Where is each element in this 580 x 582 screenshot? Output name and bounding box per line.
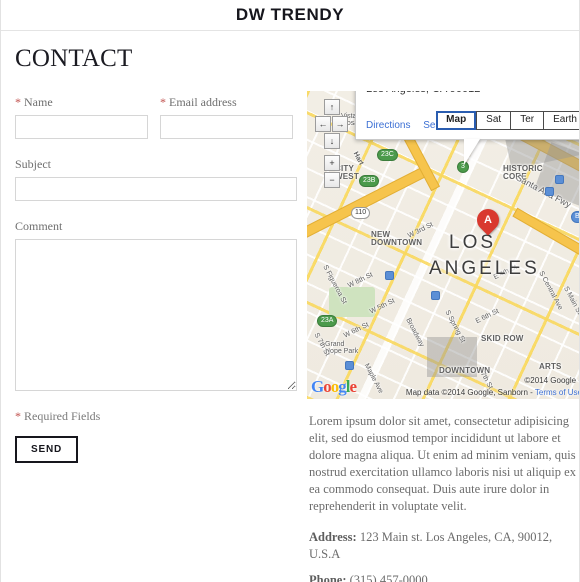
map-label-arts: ARTS (539, 362, 562, 371)
subject-field-group: Subject (15, 157, 297, 201)
name-email-row: * Name * Email address (15, 95, 297, 157)
map-pan-down-icon[interactable]: ↓ (324, 133, 340, 149)
map-label-angeles: ANGELES (429, 258, 540, 279)
map-info-tail (464, 139, 480, 165)
email-field-group: * Email address (160, 95, 293, 139)
contact-phone: Phone: (315) 457-0000 (309, 572, 579, 582)
name-label: * Name (15, 95, 148, 109)
map-transit-icon-6 (431, 291, 440, 300)
contact-phone-label: Phone: (309, 573, 347, 582)
send-button[interactable]: SEND (15, 436, 78, 463)
map-shield-23b: 23B (359, 175, 380, 187)
map-pan-right-icon[interactable]: → (332, 116, 348, 132)
map-pan-up-icon[interactable]: ↑ (324, 99, 340, 115)
page-content: CONTACT * Name * Email address Subject C… (1, 45, 579, 582)
name-input[interactable] (15, 115, 148, 139)
map-attribution-text: Map data ©2014 Google, Sanborn - (405, 388, 535, 397)
required-asterisk-note: * (15, 409, 21, 423)
map-type-ter[interactable]: Ter (510, 111, 544, 130)
contact-address: Address: 123 Main st. Los Angeles, CA, 9… (309, 529, 579, 563)
google-logo-g1: G (311, 377, 324, 396)
comment-textarea[interactable] (15, 239, 297, 391)
map-pan-horizontal-group: ← → (315, 116, 349, 132)
map-type-map[interactable]: Map (436, 111, 477, 130)
map-attribution-top: ©2014 Google - (524, 376, 580, 385)
comment-label: Comment (15, 219, 63, 233)
comment-field-group: Comment (15, 219, 297, 391)
google-logo-o1: o (323, 377, 331, 396)
site-header: DW TRENDY (1, 0, 579, 31)
name-field-group: * Name (15, 95, 148, 139)
page-title: CONTACT (15, 45, 133, 72)
two-column-layout: * Name * Email address Subject Comment *… (15, 73, 579, 582)
required-asterisk-email: * (160, 95, 166, 109)
map-zoom-group: + − (324, 155, 349, 188)
google-logo-g2: g (338, 377, 346, 396)
name-label-text: Name (24, 95, 53, 109)
page-root: DW TRENDY CONTACT * Name * Email address… (0, 0, 580, 582)
map-zoom-out-icon[interactable]: − (324, 172, 340, 188)
map-shield-23c: 23C (377, 149, 398, 161)
map-transit-icon-3 (345, 361, 354, 370)
map-transit-icon-2 (385, 271, 394, 280)
contact-form-column: * Name * Email address Subject Comment *… (15, 73, 297, 463)
map-zoom-in-icon[interactable]: + (324, 155, 340, 171)
map-shield-110: 110 (351, 207, 371, 219)
map-info-column: CITY WEST NEW DOWNTOWN HISTORIC CORE DOW… (307, 73, 580, 582)
email-input[interactable] (160, 115, 293, 139)
contact-details-list: Address: 123 Main st. Los Angeles, CA, 9… (309, 529, 579, 582)
google-logo-e: e (349, 377, 357, 396)
map-label-skid-row: SKID ROW (481, 334, 524, 343)
map-terms-of-use-link[interactable]: Terms of Use (535, 388, 579, 397)
map-type-buttons: Map Sat Ter Earth (436, 111, 579, 130)
required-fields-note: * Required Fields (15, 409, 297, 424)
email-label: * Email address (160, 95, 293, 109)
site-title: DW TRENDY (235, 5, 345, 24)
map-shield-23a: 23A (317, 315, 338, 327)
map-transit-icon-5 (555, 175, 564, 184)
required-fields-text: Required Fields (24, 409, 101, 423)
contact-form: * Name * Email address Subject Comment *… (15, 95, 297, 463)
subject-label: Subject (15, 157, 51, 171)
map-type-earth[interactable]: Earth (543, 111, 579, 130)
map-transit-icon-4 (545, 187, 554, 196)
map-shield-b: B (571, 211, 579, 223)
map-pin-icon: A (472, 204, 504, 236)
contact-address-label: Address: (309, 530, 357, 544)
google-logo: Google (311, 377, 357, 397)
subject-input[interactable] (15, 177, 297, 201)
map-attribution-bottom: Map data ©2014 Google, Sanborn - Terms o… (405, 388, 579, 397)
lead-paragraph: Lorem ipsum dolor sit amet, consectetur … (309, 414, 576, 513)
map-controls: ↑ ← → ↓ + − (315, 99, 349, 188)
map-marker-letter: A (484, 214, 492, 227)
contact-phone-value: (315) 457-0000 (346, 573, 428, 582)
email-label-text: Email address (169, 95, 237, 109)
map-link-directions[interactable]: Directions (366, 120, 410, 131)
map-pan-left-icon[interactable]: ← (315, 116, 331, 132)
google-map[interactable]: CITY WEST NEW DOWNTOWN HISTORIC CORE DOW… (307, 91, 580, 399)
map-marker-a[interactable]: A (472, 204, 504, 239)
map-type-sat[interactable]: Sat (476, 111, 511, 130)
required-asterisk-name: * (15, 95, 21, 109)
